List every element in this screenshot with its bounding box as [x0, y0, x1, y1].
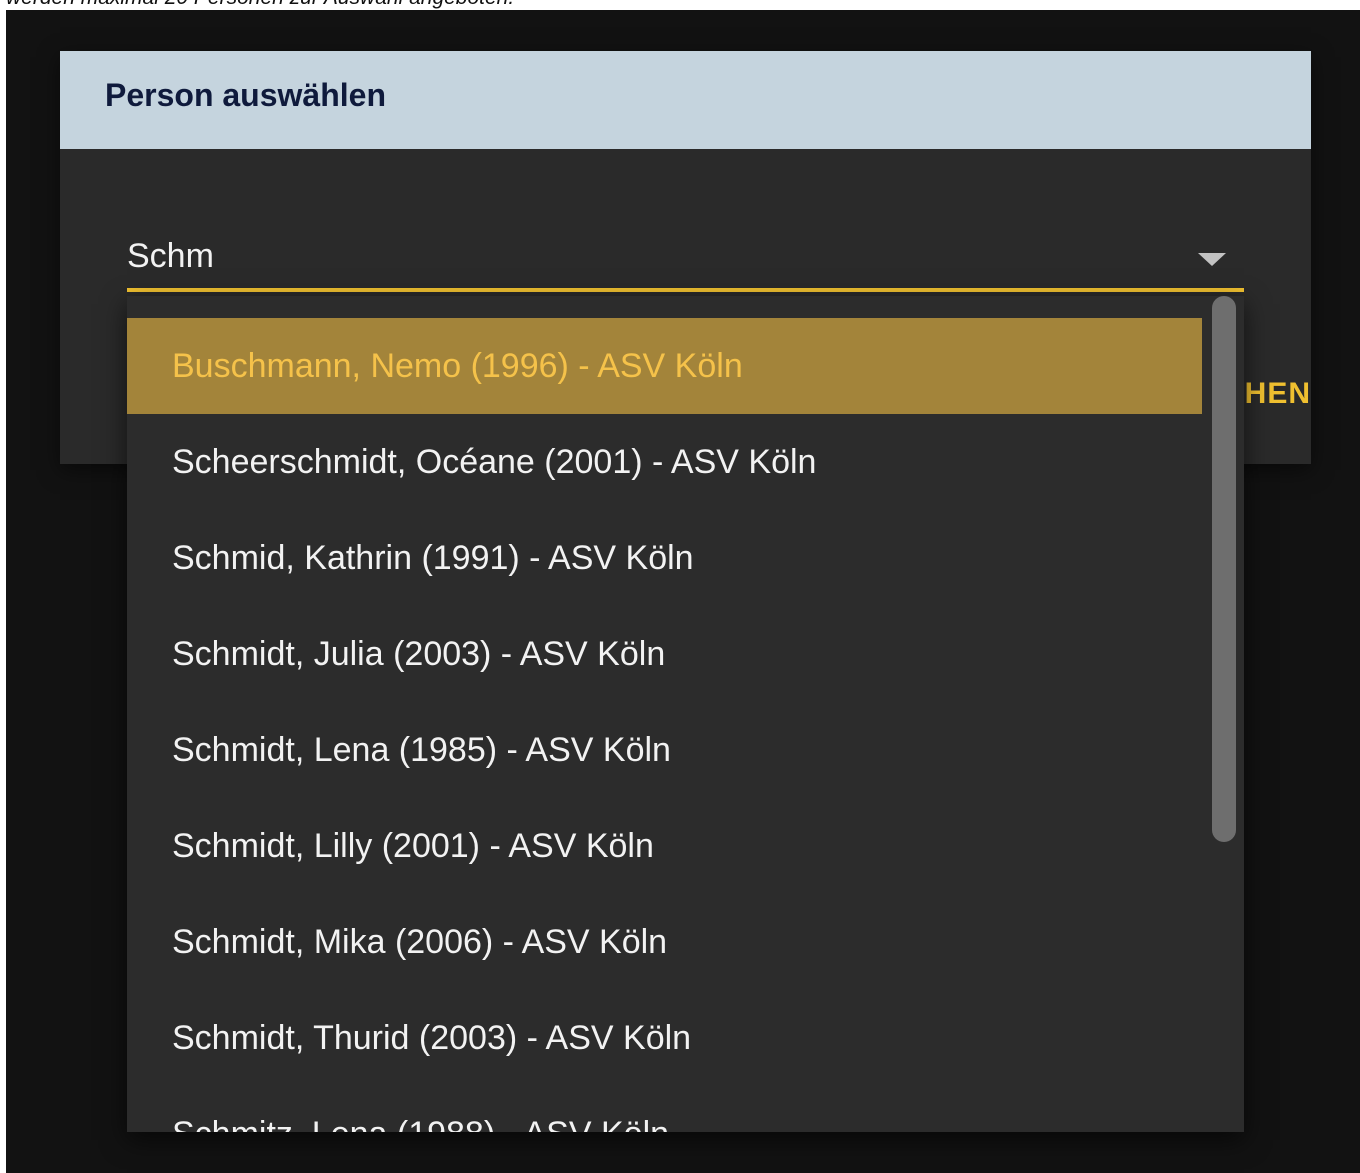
dropdown-option[interactable]: Schmidt, Lena (1985) - ASV Köln [127, 702, 1202, 798]
page: werden maximal 20 Personen zur Auswahl a… [0, 0, 1360, 1173]
dropdown-option[interactable]: Schmidt, Thurid (2003) - ASV Köln [127, 990, 1202, 1086]
dropdown-arrow-icon[interactable] [1198, 253, 1226, 266]
dropdown-option[interactable]: Schmidt, Julia (2003) - ASV Köln [127, 606, 1202, 702]
dropdown-option[interactable]: Schmitz, Lena (1988) - ASV Köln [127, 1086, 1202, 1132]
dropdown-option[interactable]: Schmid, Kathrin (1991) - ASV Köln [127, 510, 1202, 606]
dropdown-option[interactable]: Schmidt, Mika (2006) - ASV Köln [127, 894, 1202, 990]
hint-text: werden maximal 20 Personen zur Auswahl a… [6, 0, 514, 8]
person-combobox[interactable] [127, 231, 1244, 295]
dialog-header: Person auswählen [60, 51, 1311, 149]
cancel-button[interactable]: ABBRECHEN [1241, 377, 1311, 411]
dropdown-option[interactable]: Buschmann, Nemo (1996) - ASV Köln [127, 318, 1202, 414]
input-underline [127, 288, 1244, 292]
person-dropdown-list: Buschmann, Nemo (1996) - ASV Köln Scheers… [127, 296, 1244, 1132]
person-search-input[interactable] [127, 231, 1177, 281]
dropdown-option[interactable]: Schmidt, Lilly (2001) - ASV Köln [127, 798, 1202, 894]
dialog-title: Person auswählen [105, 77, 386, 113]
scrollbar-thumb[interactable] [1212, 296, 1236, 842]
dropdown-option[interactable]: Scheerschmidt, Océane (2001) - ASV Köln [127, 414, 1202, 510]
